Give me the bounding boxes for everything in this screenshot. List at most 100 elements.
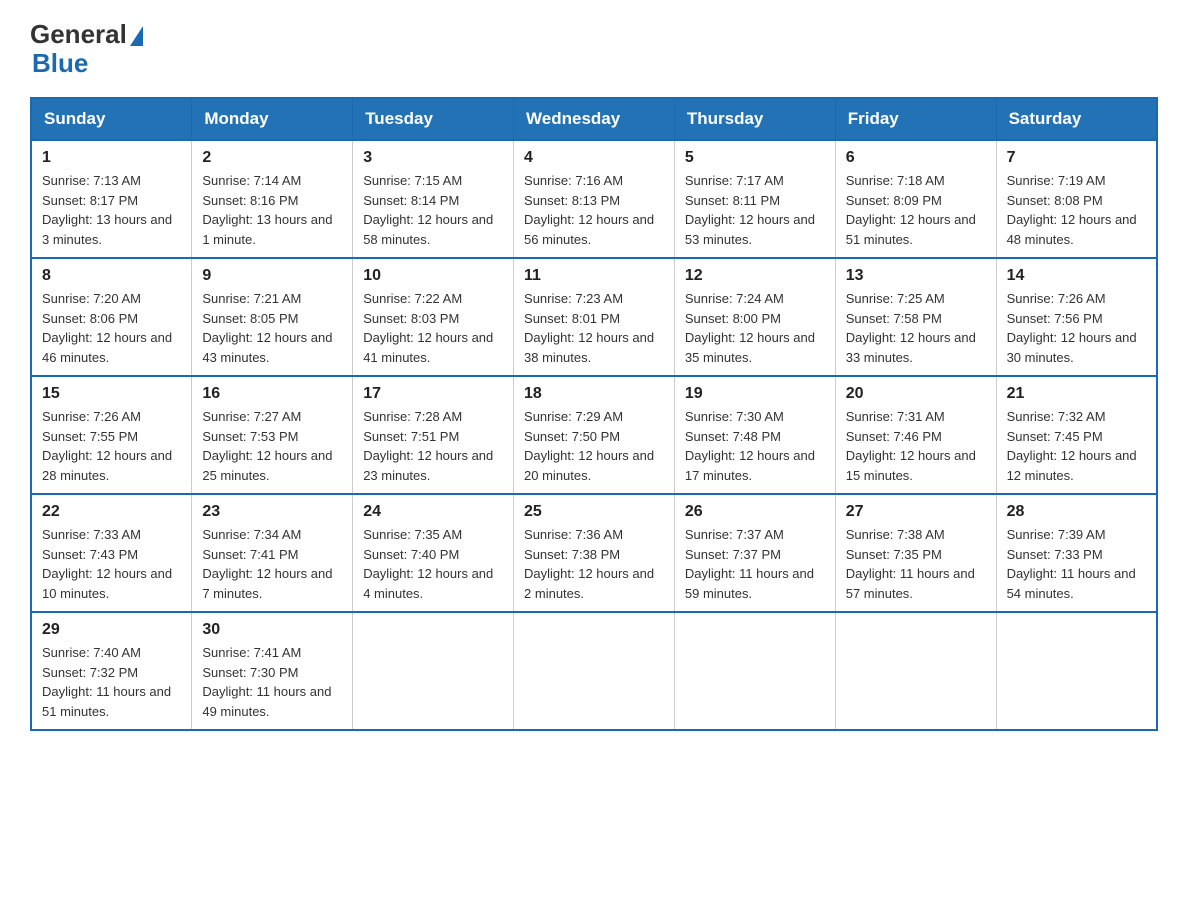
day-number: 6 xyxy=(846,149,986,167)
calendar-cell: 10 Sunrise: 7:22 AMSunset: 8:03 PMDayligh… xyxy=(353,258,514,376)
day-number: 24 xyxy=(363,503,503,521)
day-number: 2 xyxy=(202,149,342,167)
calendar-cell xyxy=(996,612,1157,730)
calendar-cell: 8 Sunrise: 7:20 AMSunset: 8:06 PMDaylight… xyxy=(31,258,192,376)
day-number: 7 xyxy=(1007,149,1146,167)
calendar-cell: 24 Sunrise: 7:35 AMSunset: 7:40 PMDayligh… xyxy=(353,494,514,612)
day-number: 4 xyxy=(524,149,664,167)
weekday-header-tuesday: Tuesday xyxy=(353,98,514,140)
day-info: Sunrise: 7:36 AMSunset: 7:38 PMDaylight:… xyxy=(524,525,664,603)
weekday-header-saturday: Saturday xyxy=(996,98,1157,140)
calendar-cell: 22Sunrise: 7:33 AMSunset: 7:43 PMDayligh… xyxy=(31,494,192,612)
day-info: Sunrise: 7:41 AMSunset: 7:30 PMDaylight:… xyxy=(202,643,342,721)
calendar-cell: 21 Sunrise: 7:32 AMSunset: 7:45 PMDayligh… xyxy=(996,376,1157,494)
logo: GeneralBlue xyxy=(30,20,143,77)
day-number: 27 xyxy=(846,503,986,521)
calendar-week-row: 29 Sunrise: 7:40 AMSunset: 7:32 PMDayligh… xyxy=(31,612,1157,730)
calendar-cell: 9 Sunrise: 7:21 AMSunset: 8:05 PMDaylight… xyxy=(192,258,353,376)
calendar-cell: 15 Sunrise: 7:26 AMSunset: 7:55 PMDayligh… xyxy=(31,376,192,494)
day-number: 19 xyxy=(685,385,825,403)
calendar-cell: 2 Sunrise: 7:14 AMSunset: 8:16 PMDaylight… xyxy=(192,140,353,258)
day-number: 25 xyxy=(524,503,664,521)
calendar-cell: 4 Sunrise: 7:16 AMSunset: 8:13 PMDaylight… xyxy=(514,140,675,258)
calendar-cell: 5Sunrise: 7:17 AMSunset: 8:11 PMDaylight… xyxy=(674,140,835,258)
day-info: Sunrise: 7:35 AMSunset: 7:40 PMDaylight:… xyxy=(363,525,503,603)
day-number: 21 xyxy=(1007,385,1146,403)
day-info: Sunrise: 7:31 AMSunset: 7:46 PMDaylight:… xyxy=(846,407,986,485)
weekday-header-sunday: Sunday xyxy=(31,98,192,140)
day-number: 1 xyxy=(42,149,181,167)
day-number: 14 xyxy=(1007,267,1146,285)
day-info: Sunrise: 7:18 AMSunset: 8:09 PMDaylight:… xyxy=(846,171,986,249)
weekday-header-thursday: Thursday xyxy=(674,98,835,140)
day-info: Sunrise: 7:28 AMSunset: 7:51 PMDaylight:… xyxy=(363,407,503,485)
calendar-cell: 6 Sunrise: 7:18 AMSunset: 8:09 PMDaylight… xyxy=(835,140,996,258)
day-number: 9 xyxy=(202,267,342,285)
weekday-header-wednesday: Wednesday xyxy=(514,98,675,140)
calendar-cell: 27 Sunrise: 7:38 AMSunset: 7:35 PMDayligh… xyxy=(835,494,996,612)
day-number: 17 xyxy=(363,385,503,403)
calendar-cell: 18 Sunrise: 7:29 AMSunset: 7:50 PMDayligh… xyxy=(514,376,675,494)
day-info: Sunrise: 7:22 AMSunset: 8:03 PMDaylight:… xyxy=(363,289,503,367)
day-number: 18 xyxy=(524,385,664,403)
day-info: Sunrise: 7:32 AMSunset: 7:45 PMDaylight:… xyxy=(1007,407,1146,485)
calendar-cell: 11Sunrise: 7:23 AMSunset: 8:01 PMDayligh… xyxy=(514,258,675,376)
day-number: 30 xyxy=(202,621,342,639)
calendar-cell: 25 Sunrise: 7:36 AMSunset: 7:38 PMDayligh… xyxy=(514,494,675,612)
calendar-cell: 7 Sunrise: 7:19 AMSunset: 8:08 PMDaylight… xyxy=(996,140,1157,258)
day-number: 28 xyxy=(1007,503,1146,521)
day-info: Sunrise: 7:17 AMSunset: 8:11 PMDaylight:… xyxy=(685,171,825,249)
day-info: Sunrise: 7:38 AMSunset: 7:35 PMDaylight:… xyxy=(846,525,986,603)
calendar-cell xyxy=(674,612,835,730)
calendar-week-row: 1 Sunrise: 7:13 AMSunset: 8:17 PMDaylight… xyxy=(31,140,1157,258)
page-header: GeneralBlue xyxy=(30,20,1158,77)
calendar-cell: 20 Sunrise: 7:31 AMSunset: 7:46 PMDayligh… xyxy=(835,376,996,494)
calendar-cell: 13 Sunrise: 7:25 AMSunset: 7:58 PMDayligh… xyxy=(835,258,996,376)
day-info: Sunrise: 7:21 AMSunset: 8:05 PMDaylight:… xyxy=(202,289,342,367)
calendar-header-row: SundayMondayTuesdayWednesdayThursdayFrid… xyxy=(31,98,1157,140)
day-number: 12 xyxy=(685,267,825,285)
calendar-week-row: 8 Sunrise: 7:20 AMSunset: 8:06 PMDaylight… xyxy=(31,258,1157,376)
calendar-cell xyxy=(514,612,675,730)
calendar-cell: 3Sunrise: 7:15 AMSunset: 8:14 PMDaylight… xyxy=(353,140,514,258)
day-info: Sunrise: 7:40 AMSunset: 7:32 PMDaylight:… xyxy=(42,643,181,721)
calendar-cell: 23 Sunrise: 7:34 AMSunset: 7:41 PMDayligh… xyxy=(192,494,353,612)
day-number: 10 xyxy=(363,267,503,285)
day-info: Sunrise: 7:14 AMSunset: 8:16 PMDaylight:… xyxy=(202,171,342,249)
day-info: Sunrise: 7:16 AMSunset: 8:13 PMDaylight:… xyxy=(524,171,664,249)
day-info: Sunrise: 7:37 AMSunset: 7:37 PMDaylight:… xyxy=(685,525,825,603)
day-number: 13 xyxy=(846,267,986,285)
day-number: 26 xyxy=(685,503,825,521)
calendar-cell xyxy=(353,612,514,730)
day-number: 23 xyxy=(202,503,342,521)
day-info: Sunrise: 7:27 AMSunset: 7:53 PMDaylight:… xyxy=(202,407,342,485)
day-info: Sunrise: 7:20 AMSunset: 8:06 PMDaylight:… xyxy=(42,289,181,367)
day-info: Sunrise: 7:23 AMSunset: 8:01 PMDaylight:… xyxy=(524,289,664,367)
weekday-header-monday: Monday xyxy=(192,98,353,140)
day-number: 15 xyxy=(42,385,181,403)
day-number: 20 xyxy=(846,385,986,403)
calendar-table: SundayMondayTuesdayWednesdayThursdayFrid… xyxy=(30,97,1158,731)
day-number: 22 xyxy=(42,503,181,521)
day-info: Sunrise: 7:34 AMSunset: 7:41 PMDaylight:… xyxy=(202,525,342,603)
calendar-cell: 16Sunrise: 7:27 AMSunset: 7:53 PMDayligh… xyxy=(192,376,353,494)
day-info: Sunrise: 7:25 AMSunset: 7:58 PMDaylight:… xyxy=(846,289,986,367)
day-info: Sunrise: 7:24 AMSunset: 8:00 PMDaylight:… xyxy=(685,289,825,367)
calendar-cell: 26 Sunrise: 7:37 AMSunset: 7:37 PMDayligh… xyxy=(674,494,835,612)
calendar-cell: 17 Sunrise: 7:28 AMSunset: 7:51 PMDayligh… xyxy=(353,376,514,494)
calendar-cell: 29 Sunrise: 7:40 AMSunset: 7:32 PMDayligh… xyxy=(31,612,192,730)
day-info: Sunrise: 7:19 AMSunset: 8:08 PMDaylight:… xyxy=(1007,171,1146,249)
day-number: 29 xyxy=(42,621,181,639)
calendar-cell: 12 Sunrise: 7:24 AMSunset: 8:00 PMDayligh… xyxy=(674,258,835,376)
day-info: Sunrise: 7:13 AMSunset: 8:17 PMDaylight:… xyxy=(42,171,181,249)
weekday-header-friday: Friday xyxy=(835,98,996,140)
calendar-cell xyxy=(835,612,996,730)
day-info: Sunrise: 7:30 AMSunset: 7:48 PMDaylight:… xyxy=(685,407,825,485)
calendar-cell: 30 Sunrise: 7:41 AMSunset: 7:30 PMDayligh… xyxy=(192,612,353,730)
day-info: Sunrise: 7:26 AMSunset: 7:55 PMDaylight:… xyxy=(42,407,181,485)
day-info: Sunrise: 7:29 AMSunset: 7:50 PMDaylight:… xyxy=(524,407,664,485)
calendar-cell: 1 Sunrise: 7:13 AMSunset: 8:17 PMDaylight… xyxy=(31,140,192,258)
day-number: 8 xyxy=(42,267,181,285)
day-info: Sunrise: 7:15 AMSunset: 8:14 PMDaylight:… xyxy=(363,171,503,249)
calendar-cell: 19 Sunrise: 7:30 AMSunset: 7:48 PMDayligh… xyxy=(674,376,835,494)
